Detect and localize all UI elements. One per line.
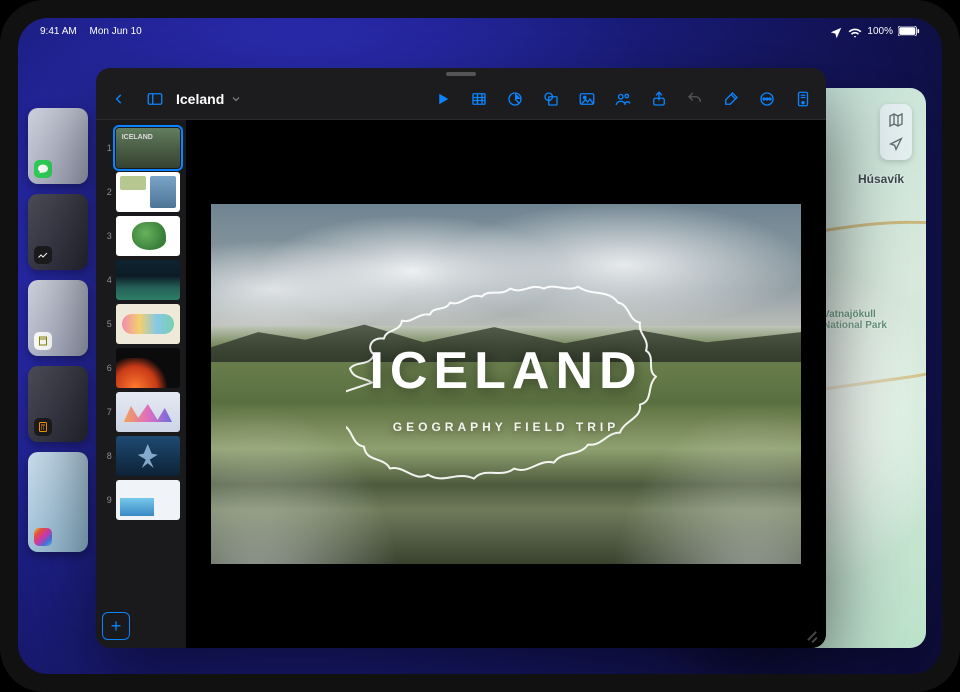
stocks-icon — [34, 246, 52, 264]
more-options-button[interactable] — [750, 85, 784, 113]
slide-navigator: 1 ICELAND 2 3 4 — [96, 120, 186, 648]
slide-number: 5 — [102, 319, 112, 329]
location-arrow-icon[interactable] — [884, 132, 908, 156]
insert-media-button[interactable] — [570, 85, 604, 113]
slide-subtitle[interactable]: GEOGRAPHY FIELD TRIP — [211, 420, 801, 434]
map-mode-icon[interactable] — [884, 108, 908, 132]
document-title-chevron-icon[interactable] — [230, 93, 242, 105]
slide-canvas[interactable]: ICELAND GEOGRAPHY FIELD TRIP — [186, 120, 826, 648]
window-grab-handle-icon[interactable] — [446, 72, 476, 76]
slide-content[interactable]: ICELAND GEOGRAPHY FIELD TRIP — [211, 204, 801, 564]
slide-number: 7 — [102, 407, 112, 417]
wifi-icon — [848, 26, 862, 36]
insert-shape-button[interactable] — [534, 85, 568, 113]
slide-number: 2 — [102, 187, 112, 197]
stage-manager-strip — [28, 108, 88, 578]
keynote-toolbar: Iceland — [96, 78, 826, 120]
slide-thumb-2[interactable] — [116, 172, 180, 212]
side-app-messages[interactable] — [28, 108, 88, 184]
status-date: Mon Jun 10 — [89, 26, 141, 37]
collaborate-button[interactable] — [606, 85, 640, 113]
document-settings-button[interactable] — [786, 85, 820, 113]
keynote-app-window: Iceland — [96, 68, 826, 648]
sidebar-toggle-button[interactable] — [138, 85, 172, 113]
side-app-photos[interactable] — [28, 452, 88, 552]
undo-button[interactable] — [678, 85, 712, 113]
slide-number: 1 — [102, 143, 112, 153]
plus-icon: + — [111, 616, 122, 637]
slide-thumb-1[interactable]: ICELAND — [116, 128, 180, 168]
insert-table-button[interactable] — [462, 85, 496, 113]
slide-number: 6 — [102, 363, 112, 373]
slide-number: 4 — [102, 275, 112, 285]
status-time: 9:41 AM — [40, 26, 77, 37]
format-brush-button[interactable] — [714, 85, 748, 113]
side-app-calculator[interactable] — [28, 366, 88, 442]
maps-controls — [880, 104, 912, 160]
slide-thumb-5[interactable] — [116, 304, 180, 344]
battery-pct: 100% — [867, 26, 893, 37]
maps-park-label: Vatnajökull National Park — [823, 310, 908, 332]
add-slide-button[interactable]: + — [102, 612, 130, 640]
slide-thumb-9[interactable] — [116, 480, 180, 520]
maps-city-label: Húsavík — [858, 172, 904, 186]
photos-icon — [34, 528, 52, 546]
ipad-frame: 9:41 AM Mon Jun 10 100% Húsavík Va — [0, 0, 960, 692]
slide-thumb-8[interactable] — [116, 436, 180, 476]
document-title[interactable]: Iceland — [174, 91, 226, 107]
slide-number: 8 — [102, 451, 112, 461]
ipad-screen: 9:41 AM Mon Jun 10 100% Húsavík Va — [18, 18, 942, 674]
battery-icon — [898, 26, 920, 36]
slide-thumb-7[interactable] — [116, 392, 180, 432]
slide-title[interactable]: ICELAND — [211, 341, 801, 401]
insert-chart-button[interactable] — [498, 85, 532, 113]
window-resize-handle-icon[interactable] — [804, 626, 818, 640]
share-button[interactable] — [642, 85, 676, 113]
slide-number: 9 — [102, 495, 112, 505]
side-app-notes[interactable] — [28, 280, 88, 356]
slide-thumb-3[interactable] — [116, 216, 180, 256]
back-button[interactable] — [102, 85, 136, 113]
slide-thumb-4[interactable] — [116, 260, 180, 300]
notes-icon — [34, 332, 52, 350]
status-bar: 9:41 AM Mon Jun 10 100% — [18, 18, 942, 40]
location-services-icon — [829, 26, 843, 36]
slide-number: 3 — [102, 231, 112, 241]
slide-thumb-6[interactable] — [116, 348, 180, 388]
calculator-icon — [34, 418, 52, 436]
play-button[interactable] — [426, 85, 460, 113]
message-icon — [34, 160, 52, 178]
side-app-stocks[interactable] — [28, 194, 88, 270]
